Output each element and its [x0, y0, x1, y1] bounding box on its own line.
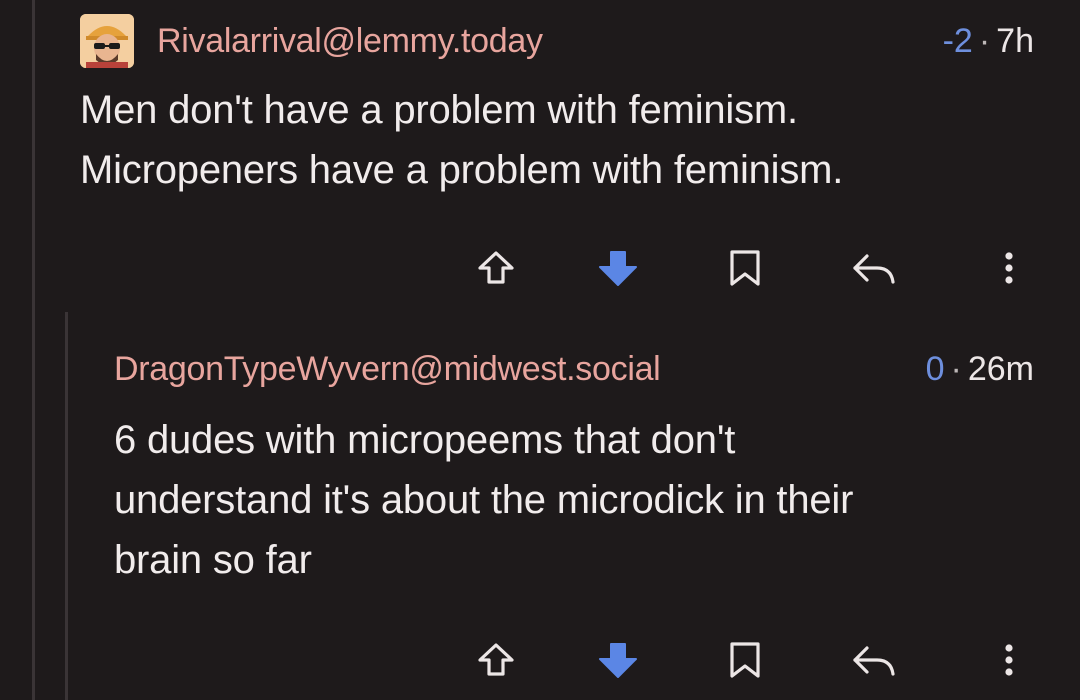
avatar[interactable] [80, 14, 134, 68]
reply-button[interactable] [843, 238, 903, 298]
comment-line: brain so far [114, 538, 312, 582]
separator-dot: · [950, 350, 962, 388]
bookmark-button[interactable] [715, 238, 775, 298]
thread-line-outer [32, 0, 35, 700]
reply-icon [853, 646, 895, 676]
comment-actions [0, 630, 1080, 690]
reply-button[interactable] [843, 630, 903, 690]
more-icon [1005, 252, 1013, 284]
reply-icon [853, 254, 895, 284]
comment-line: understand it's about the microdick in t… [114, 478, 854, 522]
avatar-image [80, 14, 134, 68]
score-time: 0 · 26m [926, 350, 1034, 389]
upvote-button[interactable] [466, 238, 526, 298]
more-icon [1005, 644, 1013, 676]
comment-header: Rivalarrival@lemmy.today -2 · 7h [0, 10, 1080, 70]
bookmark-icon [730, 250, 760, 286]
bookmark-icon [730, 642, 760, 678]
score-time: -2 · 7h [943, 22, 1034, 61]
comment-username[interactable]: DragonTypeWyvern@midwest.social [114, 350, 661, 389]
comment-line: Men don't have a problem with feminism. [80, 88, 798, 132]
comment-score: 0 [925, 350, 945, 388]
bookmark-button[interactable] [715, 630, 775, 690]
downvote-icon [599, 251, 637, 286]
comment-body: Men don't have a problem with feminism. … [80, 80, 1040, 200]
comment-body: 6 dudes with micropeems that don't under… [114, 410, 1034, 590]
comment-time: 26m [967, 350, 1034, 388]
comment-score: -2 [942, 22, 973, 60]
separator-dot: · [978, 22, 991, 60]
comment-line: 6 dudes with micropeems that don't [114, 418, 736, 462]
more-button[interactable] [979, 238, 1039, 298]
upvote-button[interactable] [466, 630, 526, 690]
comment-line: Micropeners have a problem with feminism… [80, 148, 844, 192]
comment-time: 7h [996, 22, 1034, 60]
more-button[interactable] [979, 630, 1039, 690]
comment-header: DragonTypeWyvern@midwest.social 0 · 26m [0, 350, 1080, 412]
comment-actions [0, 238, 1080, 298]
downvote-button[interactable] [588, 630, 648, 690]
upvote-icon [478, 251, 514, 284]
downvote-icon [599, 643, 637, 678]
comment-username[interactable]: Rivalarrival@lemmy.today [157, 22, 543, 61]
comment-thread: Rivalarrival@lemmy.today -2 · 7h Men don't… [0, 0, 1080, 700]
upvote-icon [478, 643, 514, 676]
comment-reply: DragonTypeWyvern@midwest.social 0 · 26m 6 … [0, 350, 1080, 678]
downvote-button[interactable] [588, 238, 648, 298]
comment: Rivalarrival@lemmy.today -2 · 7h Men don't… [0, 10, 1080, 286]
